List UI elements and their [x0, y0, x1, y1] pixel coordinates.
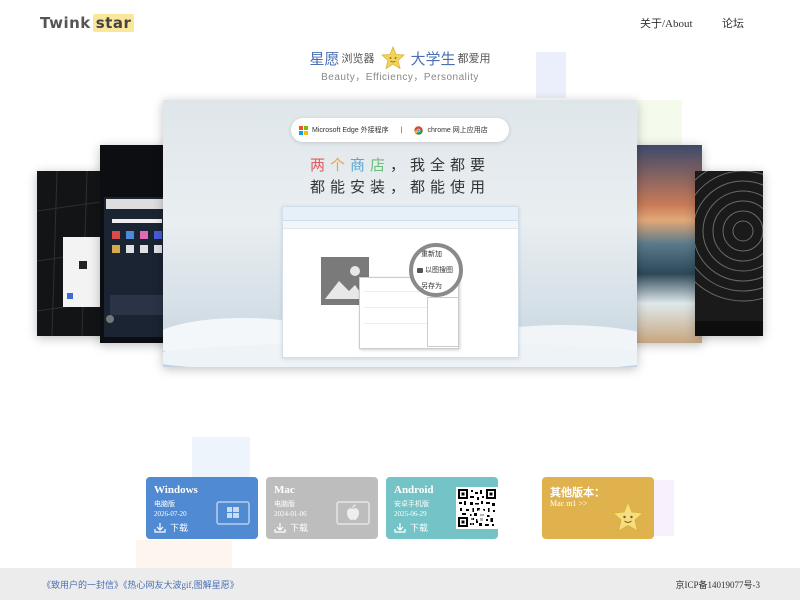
hero-char-3: 商 [349, 157, 370, 174]
browser-mockup-toolbar [283, 207, 518, 221]
footer-link-letter[interactable]: 《致用户的一封信》 [42, 580, 123, 590]
star-trail-screenshot [695, 171, 763, 336]
magnifier-item-2: 以图搜图 [417, 265, 453, 275]
chrome-store-label: chrome 网上应用店 [427, 127, 488, 134]
logo[interactable]: Twink star [40, 12, 135, 34]
magnifier-item-1: 重新加 [421, 251, 442, 258]
decor-square-peach [136, 540, 232, 568]
mac-m1-link[interactable]: Mac m1 >> [550, 499, 587, 508]
browser-mockup: 重新加 以图搜图 另存为 [282, 206, 519, 358]
download-kind: 安卓手机版 [394, 500, 429, 508]
other-versions-title: 其他版本： [550, 487, 605, 499]
download-date: 2024-01-06 [274, 510, 307, 518]
hero-char-4: 店 [370, 157, 391, 174]
footer: 《致用户的一封信》《热心网友大波gif,图解星愿》 京ICP备14019077号… [0, 568, 800, 600]
android-icon [471, 504, 491, 528]
download-button-windows[interactable]: 下载 [154, 521, 188, 534]
download-button-label: 下载 [170, 523, 189, 533]
icp-record[interactable]: 京ICP备14019077号-3 [675, 578, 760, 591]
tagline-subtitle: Beauty，Efficiency，Personality [321, 72, 479, 83]
hero-rest: ，我全都要 [390, 157, 491, 174]
hero-line-1: 两个商店，我全都要 [163, 154, 637, 175]
star-mascot-icon [380, 46, 405, 70]
tagline-brand: 星愿 [309, 50, 340, 68]
dark-grid-screenshot [37, 171, 107, 336]
nav-forum-link[interactable]: 论坛 [722, 15, 744, 31]
nav-about-link[interactable]: 关于/About [640, 15, 693, 31]
store-separator: | [400, 126, 403, 134]
tagline-browser: 浏览器 [341, 53, 375, 65]
footer-links: 《致用户的一封信》《热心网友大波gif,图解星愿》 [42, 578, 239, 591]
decor-square-green [638, 100, 682, 146]
hero-line-2: 都能安装，都能使用 [309, 179, 490, 196]
microsoft-icon [299, 125, 308, 135]
apple-icon [336, 501, 370, 525]
carousel-card-left[interactable] [100, 145, 170, 343]
chrome-icon [414, 125, 424, 135]
download-kind: 电脑版 [274, 500, 295, 508]
tagline-love: 都爱用 [457, 53, 491, 65]
download-date: 2026-07-20 [154, 510, 187, 518]
download-card-android[interactable]: Android 安卓手机版 2025-06-29 下载 [386, 477, 498, 539]
tagline: 星愿 浏览器 大学生 都爱用 Beauty，Efficiency，Persona… [0, 46, 800, 83]
store-pill: Microsoft Edge 外接程序 | chrome 网上应用店 [291, 118, 509, 142]
logo-text: Twink [40, 14, 91, 32]
download-card-mac[interactable]: Mac 电脑版 2024-01-06 下载 [266, 477, 378, 539]
browser-mockup-tabs [283, 221, 518, 229]
decor-square-lilac [654, 480, 674, 536]
decor-square-blue-bottom [192, 437, 250, 479]
download-kind: 电脑版 [154, 500, 175, 508]
download-icon [154, 522, 166, 533]
download-card-other[interactable]: 其他版本： Mac m1 >> [542, 477, 654, 539]
carousel-card-far-right[interactable] [695, 171, 763, 336]
carousel-card-right[interactable] [630, 145, 702, 343]
download-button-label: 下载 [410, 523, 429, 533]
download-name: Mac [274, 484, 295, 496]
camera-icon [417, 267, 423, 273]
download-icon [274, 522, 286, 533]
windows-icon [216, 501, 250, 525]
magnifier-search-label: 以图搜图 [425, 267, 453, 274]
magnifier-item-3: 另存为 [421, 283, 442, 290]
footer-link-gif[interactable]: 《热心网友大波gif,图解星愿》 [123, 580, 239, 590]
hero-char-1: 两 [309, 157, 330, 174]
carousel-card-main[interactable]: Microsoft Edge 外接程序 | chrome 网上应用店 两个商店，… [163, 100, 637, 367]
page: Twink star 关于/About 论坛 星愿 浏览器 大学生 都爱用 Be… [0, 0, 800, 600]
download-name: Windows [154, 484, 198, 496]
magnifier-lens: 重新加 以图搜图 另存为 [409, 243, 463, 297]
logo-highlight: star [92, 14, 135, 32]
download-icon [394, 522, 406, 533]
download-name: Android [394, 484, 434, 496]
download-button-label: 下载 [290, 523, 309, 533]
download-button-mac[interactable]: 下载 [274, 521, 308, 534]
edge-store-label: Microsoft Edge 外接程序 [312, 127, 389, 134]
download-card-windows[interactable]: Windows 电脑版 2026-07-20 下载 [146, 477, 258, 539]
download-date: 2025-06-29 [394, 510, 427, 518]
carousel-card-far-left[interactable] [37, 171, 107, 336]
download-button-android[interactable]: 下载 [394, 521, 428, 534]
context-submenu [427, 297, 459, 347]
star-mascot-icon [612, 501, 644, 533]
hero-char-2: 个 [329, 157, 350, 174]
tagline-students-1: 大学生 [410, 50, 456, 68]
dark-phone-screenshot [104, 197, 166, 337]
